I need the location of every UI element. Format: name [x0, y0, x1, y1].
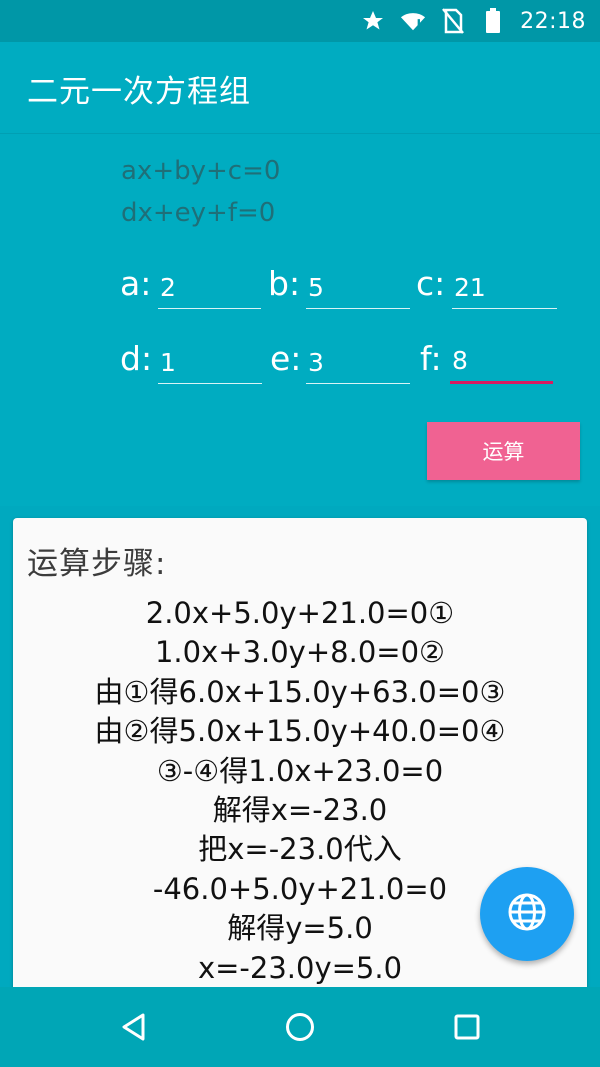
equation-1: ax+by+c=0	[121, 156, 281, 186]
coefficient-row-1: a: 2 b: 5 c: 21	[0, 262, 600, 332]
wifi-icon	[400, 8, 426, 34]
status-bar: 22:18	[0, 0, 600, 42]
input-panel: ax+by+c=0 dx+ey+f=0 a: 2 b: 5 c: 21 d: 1…	[0, 134, 600, 506]
page-title: 二元一次方程组	[27, 73, 251, 110]
coef-f-input[interactable]: 8	[450, 342, 553, 384]
calculate-button[interactable]: 运算	[427, 422, 580, 480]
step-line: 2.0x+5.0y+21.0=0①	[145, 596, 455, 630]
coef-c-label: c:	[416, 264, 446, 303]
no-sim-icon	[440, 8, 466, 34]
coef-d-label: d:	[120, 339, 153, 378]
status-time: 22:18	[520, 8, 586, 34]
coef-d-input[interactable]: 1	[158, 342, 262, 384]
result-title: 运算步骤:	[27, 546, 167, 582]
step-line: ③-④得1.0x+23.0=0	[156, 753, 444, 788]
coef-f-label: f:	[420, 339, 442, 378]
navigation-bar	[0, 987, 600, 1067]
coef-c-input[interactable]: 21	[452, 267, 557, 309]
language-fab[interactable]	[480, 867, 574, 961]
step-line: 1.0x+3.0y+8.0=0②	[154, 635, 446, 670]
coef-a-label: a:	[120, 264, 152, 303]
star-icon	[360, 8, 386, 34]
equation-2: dx+ey+f=0	[121, 198, 276, 228]
step-line: x=-23.0y=5.0	[197, 950, 403, 985]
back-icon[interactable]	[116, 1009, 152, 1045]
step-line: 由①得6.0x+15.0y+63.0=0③	[94, 674, 506, 709]
globe-icon	[506, 891, 548, 937]
step-line: 解得x=-23.0	[212, 793, 388, 828]
battery-icon	[480, 8, 506, 34]
step-line: 把x=-23.0代入	[198, 832, 402, 867]
coefficient-row-2: d: 1 e: 3 f: 8	[0, 337, 600, 407]
step-line: 由②得5.0x+15.0y+40.0=0④	[94, 714, 506, 749]
coef-e-input[interactable]: 3	[306, 342, 410, 384]
app-bar: 二元一次方程组	[0, 42, 600, 134]
coef-b-label: b:	[268, 264, 301, 303]
coef-b-input[interactable]: 5	[306, 267, 410, 309]
coef-a-input[interactable]: 2	[158, 267, 261, 309]
recents-icon[interactable]	[449, 1009, 485, 1045]
coef-e-label: e:	[270, 339, 302, 378]
home-icon[interactable]	[282, 1009, 318, 1045]
